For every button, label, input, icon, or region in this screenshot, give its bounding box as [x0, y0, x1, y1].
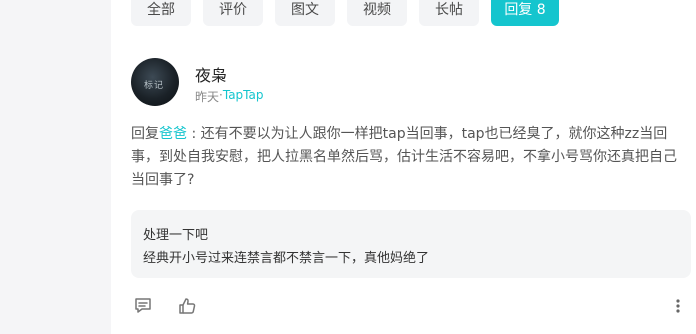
tab-long-post[interactable]: 长帖 [419, 0, 479, 26]
avatar-text: 标记 [144, 81, 165, 91]
post-time: 昨天 [195, 90, 220, 104]
tab-replies[interactable]: 回复 8 [491, 0, 559, 26]
comment-panel: 全部 评价 图文 视频 长帖 回复 8 标记 夜枭 昨天 · TapTap 回复… [111, 0, 696, 334]
quoted-reply[interactable]: 处理一下吧 经典开小号过来连禁言都不禁言一下，真他妈绝了 [131, 210, 691, 278]
action-bar [133, 296, 197, 316]
reply-target-link[interactable]: 爸爸 [159, 126, 187, 142]
quote-title: 处理一下吧 [143, 228, 209, 243]
page: 全部 评价 图文 视频 长帖 回复 8 标记 夜枭 昨天 · TapTap 回复… [0, 0, 696, 334]
left-gutter [0, 0, 111, 334]
avatar[interactable]: 标记 [131, 58, 179, 106]
tab-video[interactable]: 视频 [347, 0, 407, 26]
tab-all[interactable]: 全部 [131, 0, 191, 26]
filter-tabs: 全部 评价 图文 视频 长帖 回复 8 [131, 0, 559, 26]
comment-icon[interactable] [133, 296, 153, 316]
post-meta: 昨天 · TapTap [195, 88, 263, 105]
post-source[interactable]: TapTap [223, 88, 264, 105]
reply-colon: : [187, 126, 201, 142]
reply-prefix: 回复 [131, 126, 159, 142]
username[interactable]: 夜枭 [195, 62, 227, 86]
comment-text: 回复爸爸 : 还有不要以为让人跟你一样把tap当回事，tap也已经臭了，就你这种… [131, 123, 689, 192]
thumbs-up-icon[interactable] [177, 296, 197, 316]
tab-image-text[interactable]: 图文 [275, 0, 335, 26]
more-vertical-icon[interactable] [674, 296, 682, 316]
tab-reviews[interactable]: 评价 [203, 0, 263, 26]
comment-body: 还有不要以为让人跟你一样把tap当回事，tap也已经臭了，就你这种zz当回事，到… [131, 126, 677, 188]
quote-text: 经典开小号过来连禁言都不禁言一下，真他妈绝了 [143, 251, 430, 266]
